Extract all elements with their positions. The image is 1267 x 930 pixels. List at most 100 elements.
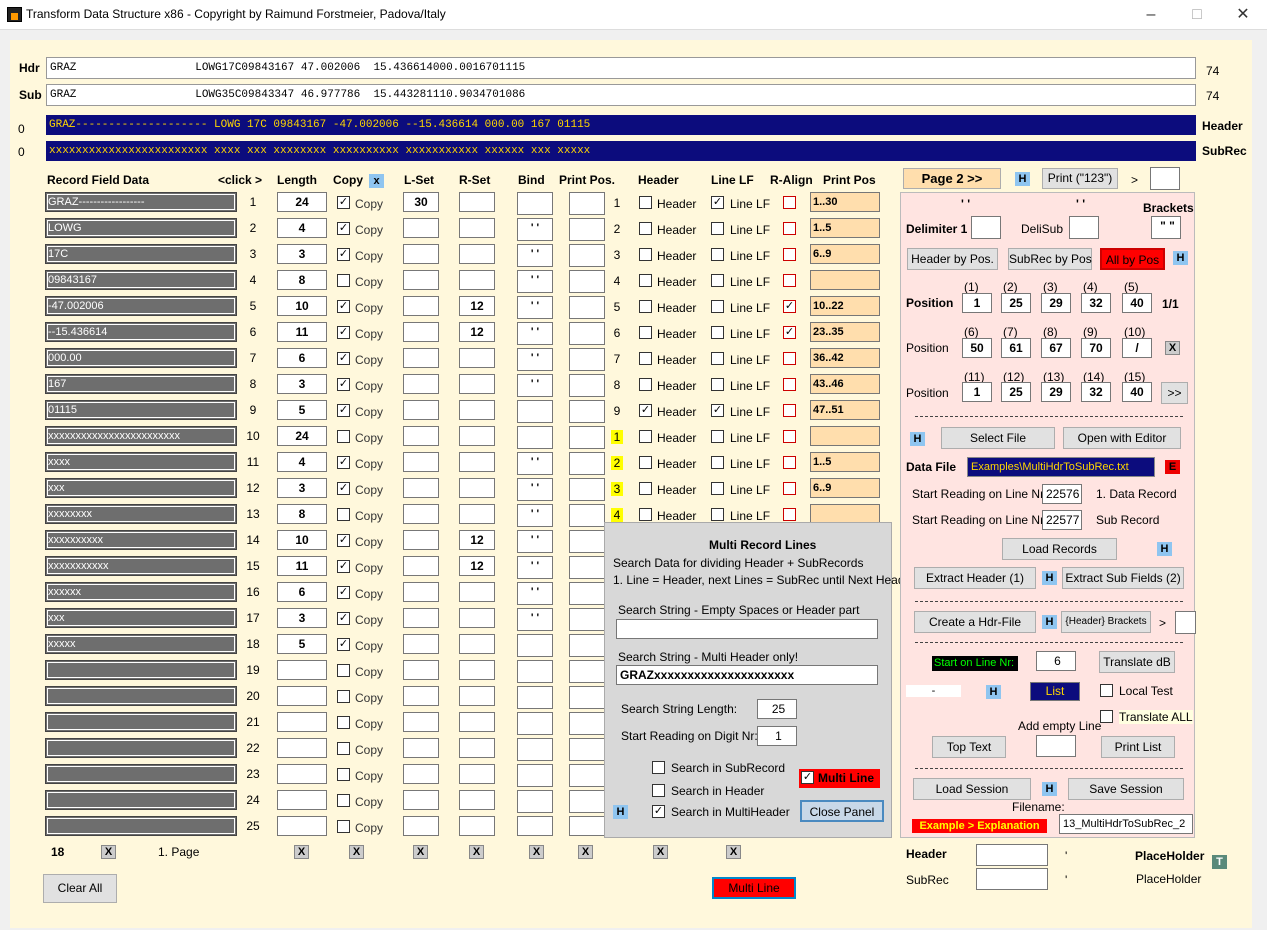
length-20[interactable] [277,686,327,706]
brackets-input[interactable]: " " [1151,216,1181,239]
linelf-checkbox-11[interactable] [711,456,724,469]
lset-17[interactable] [403,608,439,628]
rset-15[interactable]: 12 [459,556,495,576]
search-header-checkbox[interactable] [652,784,665,797]
rset-3[interactable] [459,244,495,264]
copy-checkbox-1[interactable]: ✓ [337,196,350,209]
copy-checkbox-13[interactable] [337,508,350,521]
col-click[interactable]: <click > [218,173,262,187]
bind-22[interactable] [517,738,553,761]
bind-16[interactable]: ' ' [517,582,553,605]
panel-help-button[interactable]: H [613,805,628,819]
length-7[interactable]: 6 [277,348,327,368]
header-brackets-button[interactable]: {Header} Brackets [1061,611,1151,633]
pos-input-p3-4[interactable]: 40 [1122,382,1152,402]
lset-19[interactable] [403,660,439,680]
lset-25[interactable] [403,816,439,836]
load-records-button[interactable]: Load Records [1002,538,1117,560]
lset-10[interactable] [403,426,439,446]
linelf-checkbox-9[interactable]: ✓ [711,404,724,417]
pos-input-p1-4[interactable]: 40 [1122,293,1152,313]
printpos-6[interactable] [569,322,605,345]
field-data-14[interactable]: xxxxxxxxxx [45,530,237,550]
field-data-2[interactable]: LOWG [45,218,237,238]
linelf-checkbox-6[interactable] [711,326,724,339]
sub-input[interactable]: GRAZ LOWG35C09843347 46.977786 15.443281… [46,84,1196,106]
length-16[interactable]: 6 [277,582,327,602]
position-more-button[interactable]: >> [1161,382,1188,404]
pos-input-p3-1[interactable]: 25 [1001,382,1031,402]
extract-header-button[interactable]: Extract Header (1) [914,567,1036,589]
start-on-line-input[interactable]: 6 [1036,651,1076,671]
multi-line-button[interactable]: Multi Line [712,877,796,899]
lset-24[interactable] [403,790,439,810]
header-checkbox-8[interactable] [639,378,652,391]
pos-input-p3-3[interactable]: 32 [1081,382,1111,402]
header-checkbox-2[interactable] [639,222,652,235]
printpos2-3[interactable]: 6..9 [810,244,880,264]
length-9[interactable]: 5 [277,400,327,420]
search-length-input[interactable]: 25 [757,699,797,719]
printpos-22[interactable] [569,738,605,761]
lset-5[interactable] [403,296,439,316]
bind-18[interactable] [517,634,553,657]
ralign-checkbox-7[interactable] [783,352,796,365]
brackets-target-input[interactable] [1175,611,1196,634]
extract-help-button[interactable]: H [1042,571,1057,585]
field-data-9[interactable]: 01115 [45,400,237,420]
rset-7[interactable] [459,348,495,368]
pos-input-p3-0[interactable]: 1 [962,382,992,402]
copy-checkbox-20[interactable] [337,690,350,703]
copy-checkbox-8[interactable]: ✓ [337,378,350,391]
bind-25[interactable] [517,816,553,836]
lset-8[interactable] [403,374,439,394]
file-help-button[interactable]: H [910,432,925,446]
pos-input-p2-1[interactable]: 61 [1001,338,1031,358]
linelf-checkbox-1[interactable]: ✓ [711,196,724,209]
lset-14[interactable] [403,530,439,550]
bind-6[interactable]: ' ' [517,322,553,345]
copy-checkbox-25[interactable] [337,820,350,833]
length-18[interactable]: 5 [277,634,327,654]
field-data-5[interactable]: -47.002006 [45,296,237,316]
maximize-button[interactable]: □ [1174,0,1220,30]
copy-checkbox-7[interactable]: ✓ [337,352,350,365]
extract-sub-button[interactable]: Extract Sub Fields (2) [1062,567,1184,589]
bind-10[interactable] [517,426,553,449]
length-2[interactable]: 4 [277,218,327,238]
filename-input[interactable]: 13_MultiHdrToSubRec_2 [1059,814,1193,834]
linelf-checkbox-4[interactable] [711,274,724,287]
linelf-checkbox-13[interactable] [711,508,724,521]
copy-checkbox-11[interactable]: ✓ [337,456,350,469]
printpos-12[interactable] [569,478,605,501]
field-data-7[interactable]: 000.00 [45,348,237,368]
bind-3[interactable]: ' ' [517,244,553,267]
bind-21[interactable] [517,712,553,735]
copy-checkbox-4[interactable] [337,274,350,287]
copy-checkbox-10[interactable] [337,430,350,443]
copy-checkbox-14[interactable]: ✓ [337,534,350,547]
field-data-4[interactable]: 09843167 [45,270,237,290]
bind-x-button[interactable]: X [529,845,544,859]
list-button[interactable]: List [1030,682,1080,701]
printpos2-10[interactable] [810,426,880,446]
field-data-21[interactable] [45,712,237,732]
ralign-checkbox-1[interactable] [783,196,796,209]
printpos2-1[interactable]: 1..30 [810,192,880,212]
pos-help-button[interactable]: H [1173,251,1188,265]
copy-checkbox-23[interactable] [337,768,350,781]
pos-input-p1-0[interactable]: 1 [962,293,992,313]
bind-11[interactable]: ' ' [517,452,553,475]
pos-input-p2-3[interactable]: 70 [1081,338,1111,358]
lset-7[interactable] [403,348,439,368]
add-empty-line-input[interactable] [1036,735,1076,757]
rset-11[interactable] [459,452,495,472]
bind-24[interactable] [517,790,553,813]
rset-23[interactable] [459,764,495,784]
length-x-button[interactable]: X [294,845,309,859]
close-panel-button[interactable]: Close Panel [800,800,884,822]
ralign-checkbox-13[interactable] [783,508,796,521]
copy-checkbox-16[interactable]: ✓ [337,586,350,599]
header-checkbox-1[interactable] [639,196,652,209]
bind-2[interactable]: ' ' [517,218,553,241]
